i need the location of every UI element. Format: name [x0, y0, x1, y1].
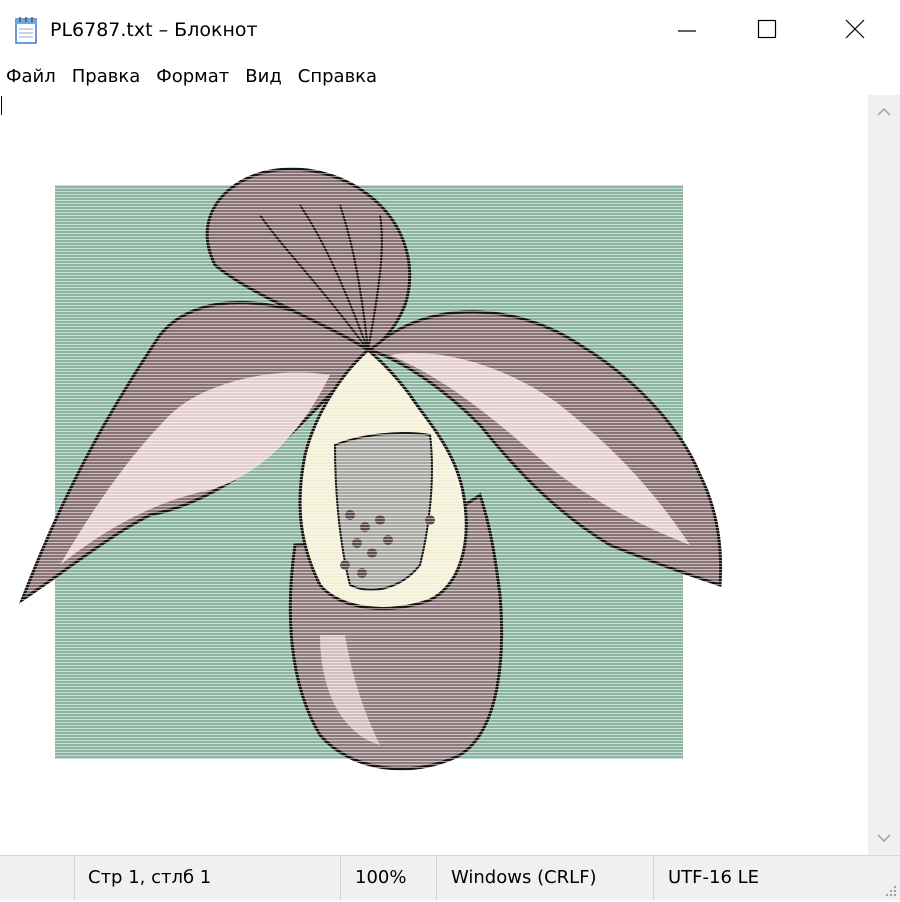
chevron-up-icon	[877, 107, 891, 116]
menu-edit[interactable]: Правка	[72, 60, 149, 94]
window-title: PL6787.txt – Блокнот	[50, 19, 258, 41]
menu-format[interactable]: Формат	[156, 60, 237, 94]
vertical-scrollbar[interactable]	[868, 95, 900, 855]
menu-file[interactable]: Файл	[6, 60, 64, 94]
notepad-icon	[14, 16, 38, 44]
status-cursor-position: Стр 1, стлб 1	[88, 867, 212, 888]
menu-view[interactable]: Вид	[245, 60, 290, 94]
menu-help[interactable]: Справка	[298, 60, 385, 94]
status-empty-field	[0, 856, 74, 900]
minimize-icon	[678, 30, 696, 32]
scroll-down-button[interactable]	[868, 821, 900, 855]
maximize-icon	[757, 19, 777, 39]
status-line-ending: Windows (CRLF)	[451, 867, 597, 888]
chevron-down-icon	[877, 834, 891, 843]
menu-bar: Файл Правка Формат Вид Справка	[0, 60, 900, 94]
title-bar[interactable]: PL6787.txt – Блокнот	[0, 0, 900, 58]
status-encoding: UTF-16 LE	[668, 867, 760, 888]
orchid-ascii-art	[0, 155, 740, 775]
status-bar: Стр 1, стлб 1 100% Windows (CRLF) UTF-16…	[0, 855, 900, 900]
maximize-button[interactable]	[732, 0, 802, 58]
scroll-up-button[interactable]	[868, 95, 900, 129]
status-zoom: 100%	[355, 867, 407, 888]
minimize-button[interactable]	[652, 0, 722, 58]
resize-grip-icon[interactable]	[882, 882, 898, 898]
close-icon	[845, 19, 865, 39]
close-button[interactable]	[820, 0, 890, 58]
text-editor[interactable]	[0, 95, 868, 855]
